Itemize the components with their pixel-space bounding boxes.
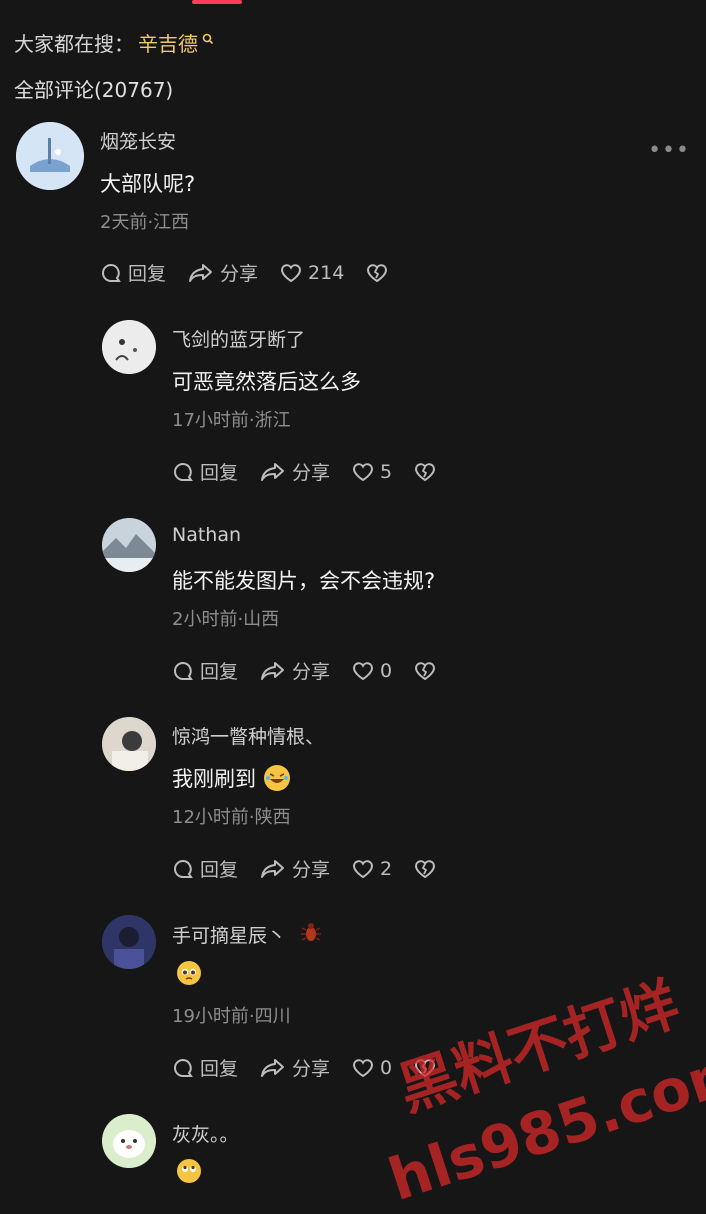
reply-meta: 19小时前·四川: [172, 1006, 291, 1027]
reply-actions: 回复 分享 5: [172, 458, 464, 485]
reply-text-row: [176, 1158, 202, 1184]
like-button[interactable]: 0: [352, 1057, 392, 1079]
reply-username[interactable]: 灰灰。。: [172, 1120, 239, 1147]
reply-text: 我刚刷到: [172, 767, 256, 791]
comment-username[interactable]: 烟笼长安: [100, 127, 176, 154]
share-button[interactable]: 分享: [188, 259, 258, 286]
like-count: 0: [380, 659, 393, 682]
watermark-line-1: 黑料不打烊: [390, 969, 687, 1124]
like-button[interactable]: 0: [352, 660, 392, 682]
reply-button[interactable]: 回复: [172, 657, 238, 684]
heart-icon: [281, 263, 302, 282]
reply-text: 能不能发图片，会不会违规?: [172, 569, 436, 593]
avatar[interactable]: [102, 1114, 156, 1168]
reply-actions: 回复 分享 0: [172, 657, 464, 684]
avatar[interactable]: [102, 320, 156, 374]
broken-heart-icon: [415, 661, 436, 680]
comments-count-title: 全部评论(20767): [14, 78, 174, 102]
bug-emoji-icon: [300, 921, 322, 948]
search-keyword[interactable]: 辛吉德: [138, 28, 198, 57]
dislike-button[interactable]: [366, 263, 394, 283]
reply-meta: 2小时前·山西: [172, 609, 280, 630]
reply-text-row: [176, 960, 202, 986]
reply-icon: [174, 859, 193, 878]
avatar[interactable]: [16, 122, 84, 190]
reply-icon: [102, 263, 121, 282]
heart-icon: [353, 1058, 374, 1077]
reply-meta: 12小时前·陕西: [172, 807, 291, 828]
broken-heart-icon: [415, 462, 436, 481]
reply-icon: [174, 661, 193, 680]
reply-button[interactable]: 回复: [172, 855, 238, 882]
broken-heart-icon: [367, 263, 388, 282]
like-count: 5: [380, 460, 393, 483]
reply-actions: 回复 分享 0: [172, 1054, 464, 1081]
reply-icon: [174, 462, 193, 481]
comment-meta: 2天前·江西: [100, 212, 190, 233]
share-icon: [261, 661, 285, 680]
reply-button[interactable]: 回复: [100, 259, 166, 286]
reply-meta: 17小时前·浙江: [172, 410, 291, 431]
reply-username[interactable]: 飞剑的蓝牙断了: [172, 325, 305, 352]
like-count: 0: [380, 1056, 393, 1079]
share-icon: [189, 263, 213, 282]
reply-text: 可恶竟然落后这么多: [172, 370, 361, 394]
reply-username-row: 手可摘星辰丶: [172, 921, 322, 948]
heart-icon: [353, 462, 374, 481]
search-suggestion-row[interactable]: 大家都在搜： 辛吉德: [14, 28, 214, 57]
share-icon: [261, 1058, 285, 1077]
like-count: 2: [380, 857, 393, 880]
reply-username[interactable]: 手可摘星辰丶: [172, 921, 286, 948]
more-options-icon[interactable]: •••: [648, 138, 690, 163]
dislike-button[interactable]: [414, 661, 442, 681]
share-icon: [261, 462, 285, 481]
heart-icon: [353, 661, 374, 680]
laughing-crying-emoji-icon: [264, 765, 290, 791]
reply-text-row: 我刚刷到: [172, 763, 290, 793]
like-button[interactable]: 5: [352, 461, 392, 483]
broken-heart-icon: [415, 859, 436, 878]
share-button[interactable]: 分享: [260, 1054, 330, 1081]
like-count: 214: [308, 261, 345, 284]
reply-username[interactable]: Nathan: [172, 524, 241, 546]
avatar[interactable]: [102, 915, 156, 969]
search-icon: [202, 26, 214, 50]
search-prefix: 大家都在搜：: [14, 32, 134, 56]
avatar[interactable]: [102, 518, 156, 572]
rolling-eyes-emoji-icon: [176, 1158, 202, 1184]
like-button[interactable]: 2: [352, 858, 392, 880]
broken-heart-icon: [415, 1058, 436, 1077]
like-button[interactable]: 214: [280, 262, 344, 284]
dislike-button[interactable]: [414, 1058, 442, 1078]
active-tab-indicator: [192, 0, 242, 4]
share-button[interactable]: 分享: [260, 855, 330, 882]
heart-icon: [353, 859, 374, 878]
share-button[interactable]: 分享: [260, 657, 330, 684]
dislike-button[interactable]: [414, 462, 442, 482]
reply-username[interactable]: 惊鸿一瞥种情根、: [172, 722, 324, 749]
pleading-face-emoji-icon: [176, 960, 202, 986]
comment-actions: 回复 分享 214: [100, 259, 416, 286]
share-button[interactable]: 分享: [260, 458, 330, 485]
dislike-button[interactable]: [414, 859, 442, 879]
reply-actions: 回复 分享 2: [172, 855, 464, 882]
avatar[interactable]: [102, 717, 156, 771]
share-icon: [261, 859, 285, 878]
reply-button[interactable]: 回复: [172, 1054, 238, 1081]
reply-button[interactable]: 回复: [172, 458, 238, 485]
reply-icon: [174, 1058, 193, 1077]
top-tab-indicator-bar: [0, 0, 706, 6]
comment-text: 大部队呢?: [100, 172, 196, 196]
